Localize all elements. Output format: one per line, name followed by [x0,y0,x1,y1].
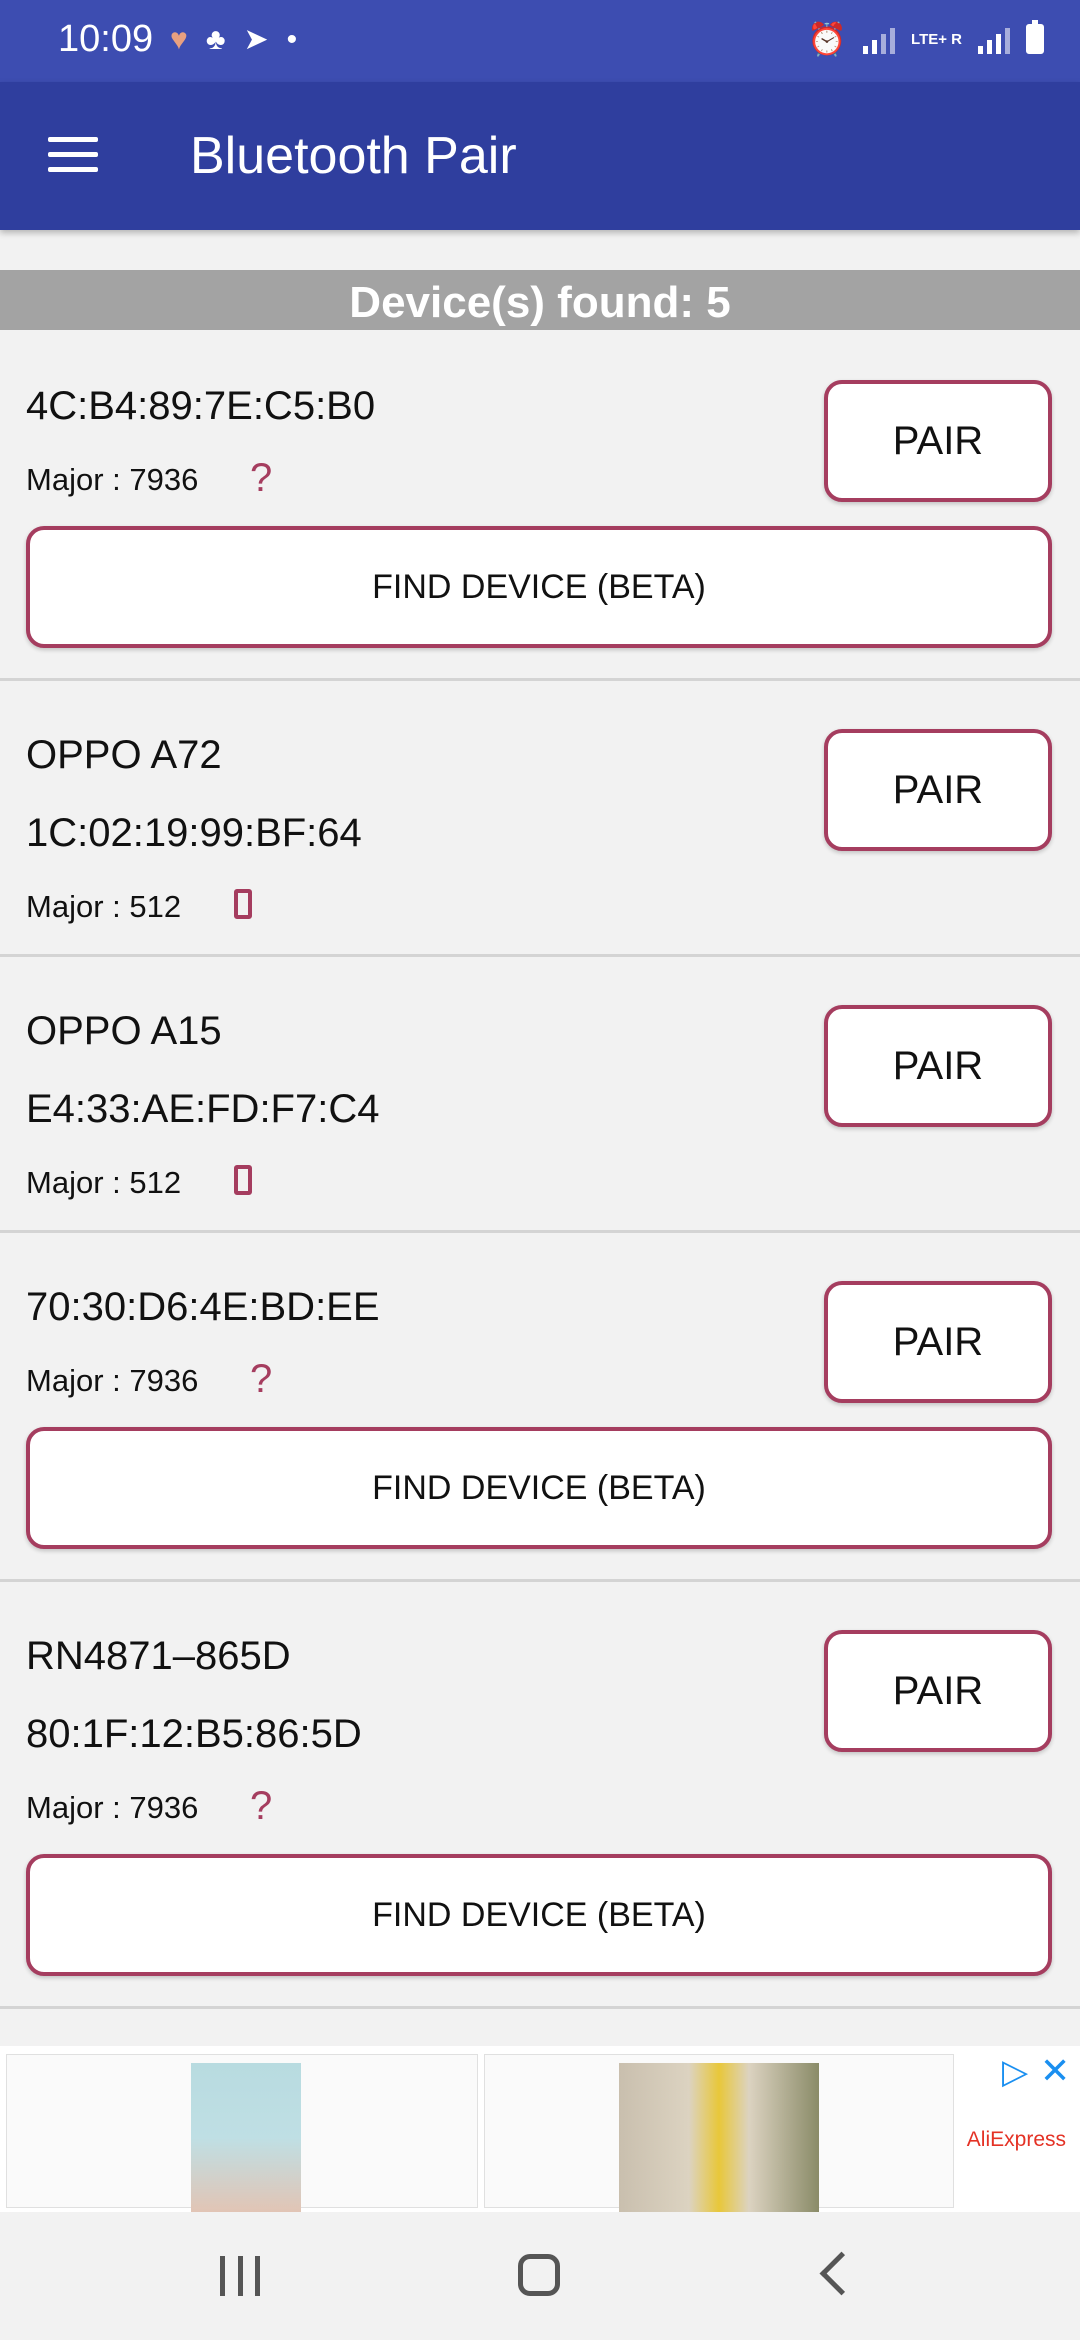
home-icon[interactable] [518,2254,560,2296]
ad-banner[interactable]: ▷ ✕ AliExpress [0,2046,1080,2213]
device-address: E4:33:AE:FD:F7:C4 [26,1087,380,1131]
device-major: Major : 7936 [26,1363,199,1398]
battery-icon [1026,20,1044,54]
notification-icons: ♥♣➤• [170,22,315,57]
status-time: 10:09 [58,18,154,60]
device-major: Major : 7936 [26,1790,199,1825]
telegram-icon: ➤ [243,23,287,56]
device-address: 80:1F:12:B5:86:5D [26,1712,362,1756]
device-major: Major : 7936 [26,462,199,497]
status-bar: 10:09 ♥♣➤• ⏰ LTE+ R [0,0,1080,82]
phone-icon [234,1165,252,1195]
device-address: 4C:B4:89:7E:C5:B0 [26,384,376,428]
unknown-device-icon: ? [250,1357,273,1401]
ad-choices-icon[interactable]: ▷ [1002,2052,1028,2092]
device-name: RN4871–865D [26,1634,291,1678]
close-icon[interactable]: ✕ [1040,2050,1070,2092]
devices-found-header: Device(s) found: 5 [0,270,1080,330]
device-item: 4C:B4:89:7E:C5:B0 Major : 7936 ? PAIR FI… [0,332,1080,681]
back-icon[interactable] [819,2251,864,2296]
recent-apps-icon[interactable] [220,2256,260,2296]
device-major: Major : 512 [26,889,182,924]
page-title: Bluetooth Pair [190,127,517,185]
ad-product-card[interactable] [484,2054,954,2213]
device-address: 1C:02:19:99:BF:64 [26,811,362,855]
network-type: LTE+ R [911,30,962,48]
ad-product-card[interactable] [6,2054,478,2213]
wifi-signal-icon [863,24,896,54]
device-item: OPPO A15 E4:33:AE:FD:F7:C4 Major : 512 P… [0,957,1080,1233]
find-device-button[interactable]: FIND DEVICE (BETA) [26,1854,1052,1976]
device-address: 70:30:D6:4E:BD:EE [26,1285,380,1329]
more-notifications-icon: • [286,23,316,56]
ad-product-image [191,2063,301,2213]
health-icon: ♥ [170,23,206,56]
fitness-icon: ♣ [205,23,244,56]
device-name: OPPO A15 [26,1009,222,1053]
menu-icon[interactable] [48,137,98,173]
device-item: OPPO A72 1C:02:19:99:BF:64 Major : 512 P… [0,681,1080,957]
pair-button[interactable]: PAIR [824,1630,1052,1752]
navigation-bar [0,2212,1080,2340]
unknown-device-icon: ? [250,1784,273,1828]
cell-signal-icon [978,24,1010,54]
app-bar: Bluetooth Pair [0,82,1080,230]
device-name: OPPO A72 [26,733,222,777]
alarm-icon: ⏰ [807,21,848,57]
pair-button[interactable]: PAIR [824,1281,1052,1403]
ad-brand-logo[interactable]: AliExpress [967,2128,1066,2152]
device-major: Major : 512 [26,1165,182,1200]
unknown-device-icon: ? [250,456,273,500]
pair-button[interactable]: PAIR [824,380,1052,502]
device-item: 70:30:D6:4E:BD:EE Major : 7936 ? PAIR FI… [0,1233,1080,1582]
find-device-button[interactable]: FIND DEVICE (BETA) [26,1427,1052,1549]
system-icons: ⏰ LTE+ R [807,20,1044,58]
ad-product-image [619,2063,819,2213]
device-item: RN4871–865D 80:1F:12:B5:86:5D Major : 79… [0,1582,1080,2009]
pair-button[interactable]: PAIR [824,1005,1052,1127]
phone-icon [234,889,252,919]
find-device-button[interactable]: FIND DEVICE (BETA) [26,526,1052,648]
pair-button[interactable]: PAIR [824,729,1052,851]
